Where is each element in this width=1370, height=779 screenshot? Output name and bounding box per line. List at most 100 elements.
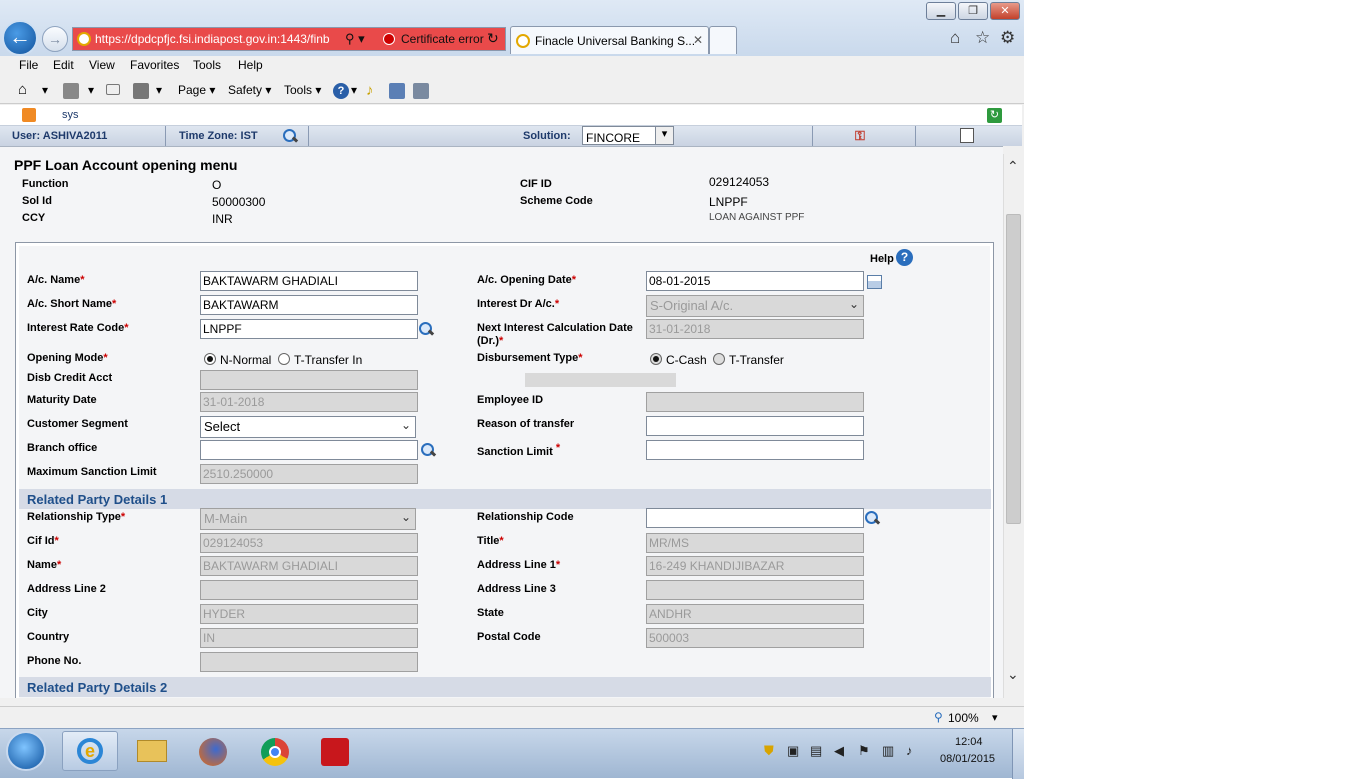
disb-credit-input[interactable] xyxy=(200,370,418,390)
disbursement-cash-radio[interactable] xyxy=(650,353,662,365)
key-icon[interactable]: ⚿ xyxy=(855,128,865,144)
close-window-button[interactable]: ✕ xyxy=(990,2,1020,20)
home-cmd-icon[interactable]: ⌂ xyxy=(18,82,34,99)
disbursement-transfer-radio[interactable] xyxy=(713,353,725,365)
flag-icon[interactable]: ⚑ xyxy=(858,743,870,759)
home-dropdown-icon[interactable]: ▾ xyxy=(42,83,48,97)
page-menu[interactable]: Page ▾ xyxy=(178,83,215,97)
taskbar-ie[interactable]: e xyxy=(62,731,118,771)
address-line-1-input[interactable]: 16-249 KHANDIJIBAZAR xyxy=(646,556,864,576)
certificate-error[interactable]: Certificate error xyxy=(401,32,484,46)
gear-icon[interactable]: ⚙ xyxy=(1000,28,1015,48)
timezone-search-icon[interactable] xyxy=(282,128,298,144)
tools-menu[interactable]: Tools ▾ xyxy=(284,83,321,97)
branch-office-input[interactable] xyxy=(200,440,418,460)
calendar-icon[interactable] xyxy=(867,275,882,289)
rp-name-input[interactable]: BAKTAWARM GHADIALI xyxy=(200,556,418,576)
menu-tools[interactable]: Tools xyxy=(193,58,221,72)
rss-icon[interactable] xyxy=(22,108,36,122)
start-button[interactable] xyxy=(6,731,46,771)
feeds-dropdown-icon[interactable]: ▾ xyxy=(88,83,94,97)
search-dropdown-icon[interactable]: ⚲ ▾ xyxy=(345,31,365,47)
menu-favorites[interactable]: Favorites xyxy=(130,58,179,72)
opening-mode-transfer-radio[interactable] xyxy=(278,353,290,365)
mail-icon[interactable] xyxy=(106,84,120,95)
refresh-icon[interactable]: ↻ xyxy=(487,30,499,47)
opening-date-input[interactable]: 08-01-2015 xyxy=(646,271,864,291)
menu-file[interactable]: File xyxy=(19,58,38,72)
taskbar-chrome[interactable] xyxy=(246,731,302,771)
restore-button[interactable]: ❐ xyxy=(958,2,988,20)
maturity-date-input[interactable]: 31-01-2018 xyxy=(200,392,418,412)
back-button[interactable]: ← xyxy=(2,20,38,56)
employee-id-input[interactable] xyxy=(646,392,864,412)
volume-icon[interactable]: ♪ xyxy=(906,743,913,758)
logout-icon[interactable] xyxy=(960,128,974,143)
menu-help[interactable]: Help xyxy=(238,58,263,72)
postal-code-input[interactable]: 500003 xyxy=(646,628,864,648)
speaker-icon[interactable]: ◀ xyxy=(834,743,844,759)
ac-name-input[interactable]: BAKTAWARM GHADIALI xyxy=(200,271,418,291)
print-icon[interactable] xyxy=(133,83,149,99)
show-desktop-button[interactable] xyxy=(1012,729,1024,779)
minimize-button[interactable]: ▁ xyxy=(926,2,956,20)
state-input[interactable]: ANDHR xyxy=(646,604,864,624)
zoom-dropdown-icon[interactable]: ▾ xyxy=(992,711,998,724)
scroll-down-icon[interactable]: ⌄ xyxy=(1007,666,1019,683)
home-icon[interactable]: ⌂ xyxy=(950,28,960,48)
zoom-icon[interactable]: ⚲ xyxy=(934,710,943,724)
taskbar-acrobat[interactable] xyxy=(306,731,362,771)
tab-finacle[interactable]: Finacle Universal Banking S... ✕ xyxy=(510,26,709,54)
cert-error-icon[interactable] xyxy=(383,33,395,45)
help-icon[interactable]: ? xyxy=(896,249,913,266)
zoom-level[interactable]: 100% xyxy=(948,711,979,725)
network-icon[interactable]: ▥ xyxy=(882,743,894,759)
favorites-star-icon[interactable]: ☆ xyxy=(975,28,990,48)
cif-id-input[interactable]: 029124053 xyxy=(200,533,418,553)
research-icon[interactable]: ♪ xyxy=(366,83,382,99)
bookmark-tool-icon[interactable] xyxy=(413,83,429,99)
menu-view[interactable]: View xyxy=(89,58,115,72)
network-tool-icon[interactable]: ▣ xyxy=(787,743,799,759)
ac-short-name-input[interactable]: BAKTAWARM xyxy=(200,295,418,315)
solution-select[interactable]: FINCORE ▾ xyxy=(582,126,674,145)
interest-rate-search-icon[interactable] xyxy=(418,321,434,337)
vertical-scrollbar[interactable]: ⌃ ⌄ xyxy=(1003,154,1022,698)
scrollbar-thumb[interactable] xyxy=(1006,214,1021,524)
reason-transfer-input[interactable] xyxy=(646,416,864,436)
customer-segment-select[interactable]: Select ⌄ xyxy=(200,416,416,438)
relationship-code-search-icon[interactable] xyxy=(864,510,880,526)
interest-rate-code-input[interactable]: LNPPF xyxy=(200,319,418,339)
scroll-up-icon[interactable]: ⌃ xyxy=(1007,158,1019,175)
clock-date[interactable]: 08/01/2015 xyxy=(940,753,995,765)
title-input[interactable]: MR/MS xyxy=(646,533,864,553)
refresh-app-icon[interactable]: ↻ xyxy=(987,108,1002,123)
address-line-3-input[interactable] xyxy=(646,580,864,600)
clock-time[interactable]: 12:04 xyxy=(955,736,983,748)
branch-search-icon[interactable] xyxy=(420,442,436,458)
forward-button[interactable]: → xyxy=(42,26,68,52)
relationship-code-input[interactable] xyxy=(646,508,864,528)
translate-icon[interactable] xyxy=(389,83,405,99)
feeds-icon[interactable] xyxy=(63,83,79,99)
taskbar-firefox[interactable] xyxy=(184,731,240,771)
help-link[interactable]: Help xyxy=(870,253,894,265)
print-dropdown-icon[interactable]: ▾ xyxy=(156,83,162,97)
country-input[interactable]: IN xyxy=(200,628,418,648)
menu-edit[interactable]: Edit xyxy=(53,58,74,72)
help-dropdown-icon[interactable]: ▾ xyxy=(351,83,357,97)
relationship-type-select[interactable]: M-Main ⌄ xyxy=(200,508,416,530)
shield-icon[interactable]: ⛊ xyxy=(764,743,774,759)
new-tab-button[interactable] xyxy=(709,26,737,54)
taskbar-explorer[interactable] xyxy=(122,731,178,771)
address-bar[interactable]: https://dpdcpfjc.fsi.indiapost.gov.in:14… xyxy=(72,27,506,51)
max-sanction-input[interactable]: 2510.250000 xyxy=(200,464,418,484)
display-icon[interactable]: ▤ xyxy=(810,743,822,759)
interest-dr-select[interactable]: S-Original A/c. ⌄ xyxy=(646,295,864,317)
sanction-limit-input[interactable] xyxy=(646,440,864,460)
address-line-2-input[interactable] xyxy=(200,580,418,600)
safety-menu[interactable]: Safety ▾ xyxy=(228,83,271,97)
phone-input[interactable] xyxy=(200,652,418,672)
tab-close-icon[interactable]: ✕ xyxy=(693,33,703,47)
opening-mode-normal-radio[interactable] xyxy=(204,353,216,365)
